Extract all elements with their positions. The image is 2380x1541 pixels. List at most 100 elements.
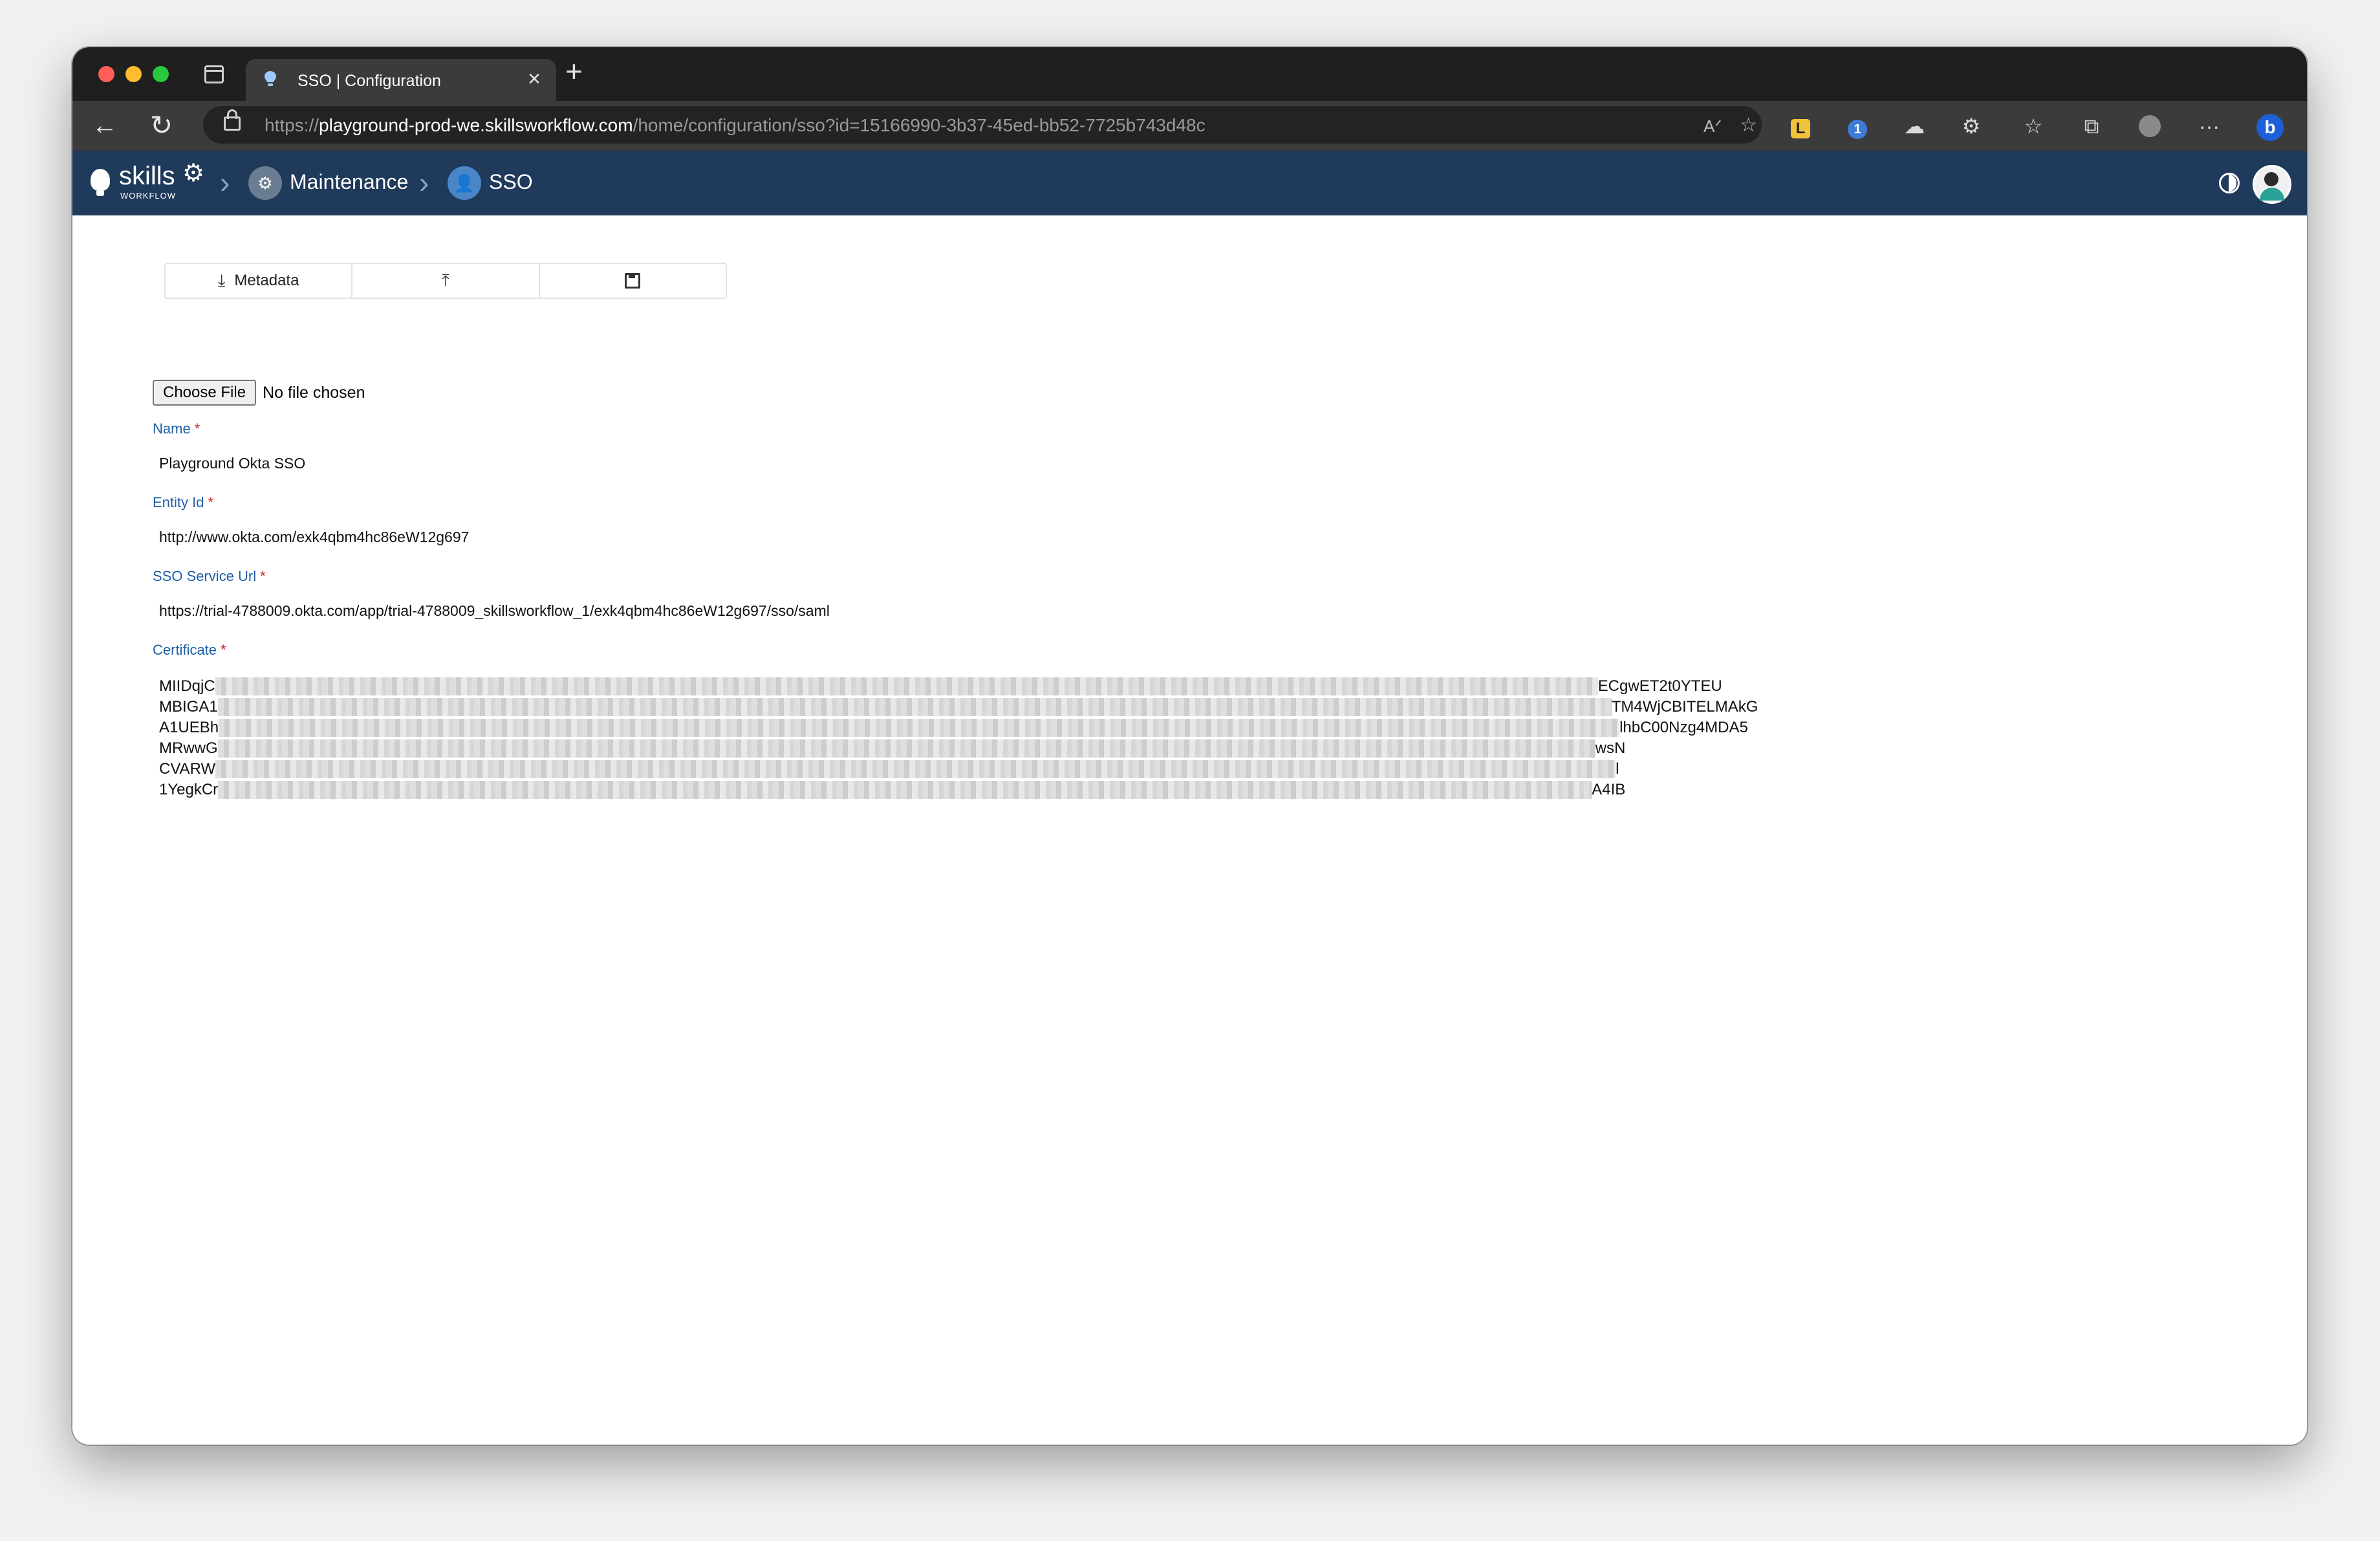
download-icon: ⤓ xyxy=(217,270,226,290)
name-label-text: Name xyxy=(153,421,191,437)
browser-tab-active[interactable]: SSO | Configuration × xyxy=(246,59,556,101)
app-header: skills WORKFLOW ⚙ › ⚙ Maintenance › 👤 SS… xyxy=(72,151,2307,215)
certificate-label: Certificate * xyxy=(153,642,226,659)
more-options-icon[interactable]: ··· xyxy=(2195,113,2223,139)
logo-subtext: WORKFLOW xyxy=(120,191,176,201)
breadcrumb-chevron-icon: › xyxy=(220,166,230,199)
certificate-field[interactable]: MIIDqjC ECgwET2t0YTEU MBIGA1 TM4WjCBITELMA… xyxy=(159,676,1758,800)
certificate-label-text: Certificate xyxy=(153,642,217,658)
tab-strip: SSO | Configuration × + xyxy=(72,47,2307,101)
save-icon xyxy=(625,273,641,289)
certificate-line-end: l xyxy=(1616,760,1619,778)
bulb-favicon-icon xyxy=(265,71,276,86)
tab-actions-icon[interactable] xyxy=(204,65,224,83)
redacted-blur xyxy=(218,781,1592,799)
theme-toggle-icon[interactable] xyxy=(2219,173,2240,193)
extensions-icon[interactable]: ⚙ xyxy=(1957,113,1985,139)
logo-text[interactable]: skills xyxy=(119,162,175,190)
file-status: No file chosen xyxy=(263,383,365,402)
download-metadata-button[interactable]: ⤓ Metadata xyxy=(166,264,353,298)
window-minimize-button[interactable] xyxy=(125,66,142,82)
save-button[interactable] xyxy=(540,264,726,298)
read-aloud-icon[interactable]: Aᐟ xyxy=(1704,116,1722,137)
certificate-line-end: ECgwET2t0YTEU xyxy=(1597,677,1722,695)
user-avatar[interactable] xyxy=(2253,165,2291,204)
new-tab-button[interactable]: + xyxy=(565,56,583,86)
add-favorite-icon[interactable]: ☆ xyxy=(1740,114,1757,137)
tab-title: SSO | Configuration xyxy=(298,72,441,90)
breadcrumb-chevron-icon: › xyxy=(419,166,429,199)
redacted-blur xyxy=(215,760,1616,778)
certificate-line-start: MIIDqjC xyxy=(159,677,215,695)
breadcrumb-sso[interactable]: SSO xyxy=(489,170,533,194)
certificate-line-start: A1UEBh xyxy=(159,719,219,736)
collections-icon[interactable]: ⧉ xyxy=(2077,113,2106,139)
breadcrumb-maintenance[interactable]: Maintenance xyxy=(290,170,408,194)
required-asterisk: * xyxy=(260,568,266,584)
required-asterisk: * xyxy=(194,421,200,437)
certificate-line-start: CVARW xyxy=(159,760,216,778)
certificate-line-start: MRwwG xyxy=(159,739,218,757)
address-bar[interactable]: https://playground-prod-we.skillsworkflo… xyxy=(203,106,1762,144)
browser-profile-avatar xyxy=(2139,115,2161,137)
action-button-group: ⤓ Metadata ⤒ xyxy=(164,263,727,299)
url-scheme: https:// xyxy=(265,115,319,135)
sso-service-url-label-text: SSO Service Url xyxy=(153,568,257,584)
browser-toolbar: ← ↻ https://playground-prod-we.skillswor… xyxy=(72,101,2307,151)
extension-l-icon[interactable]: L xyxy=(1786,113,1815,139)
refresh-icon[interactable]: ↻ xyxy=(150,112,173,139)
upload-icon: ⤒ xyxy=(442,270,449,290)
cloud-icon[interactable]: ☁ xyxy=(1900,113,1929,139)
main-content: ⤓ Metadata ⤒ Choose File No file chosen … xyxy=(72,215,2307,1445)
name-label: Name * xyxy=(153,421,200,437)
required-asterisk: * xyxy=(208,494,214,510)
certificate-line: MBIGA1 TM4WjCBITELMAkG xyxy=(159,697,1758,717)
certificate-line: 1YegkCr A4IB xyxy=(159,780,1758,800)
bing-chat-icon[interactable]: b xyxy=(2256,113,2284,141)
entity-id-label: Entity Id * xyxy=(153,494,213,511)
sso-users-icon: 👤 xyxy=(448,166,481,200)
certificate-line: A1UEBh lhbC00Nzg4MDA5 xyxy=(159,717,1758,738)
browser-window: SSO | Configuration × + ← ↻ https://play… xyxy=(72,47,2307,1445)
logo-bulb-icon xyxy=(91,169,110,196)
certificate-line: MIIDqjC ECgwET2t0YTEU xyxy=(159,676,1758,697)
back-arrow-icon[interactable]: ← xyxy=(92,113,118,138)
maintenance-gears-icon: ⚙ xyxy=(248,166,282,200)
extension-l-badge: L xyxy=(1791,119,1810,138)
certificate-line-start: MBIGA1 xyxy=(159,698,218,716)
password-manager-badge: 1 xyxy=(1848,120,1867,139)
favorites-icon[interactable]: ☆ xyxy=(2019,113,2048,139)
sso-service-url-field[interactable]: https://trial-4788009.okta.com/app/trial… xyxy=(159,602,830,620)
entity-id-field[interactable]: http://www.okta.com/exk4qbm4hc86eW12g697 xyxy=(159,529,469,546)
choose-file-button[interactable]: Choose File xyxy=(153,380,257,406)
certificate-line-start: 1YegkCr xyxy=(159,781,219,798)
tab-close-icon[interactable]: × xyxy=(528,68,541,90)
url-text[interactable]: https://playground-prod-we.skillsworkflo… xyxy=(265,115,1206,136)
certificate-line-end: TM4WjCBITELMAkG xyxy=(1611,698,1758,716)
browser-profile-icon[interactable] xyxy=(2136,113,2164,143)
bing-chat-badge: b xyxy=(2256,114,2284,141)
window-maximize-button[interactable] xyxy=(153,66,169,82)
url-path: /home/configuration/sso?id=15166990-3b37… xyxy=(633,115,1206,135)
sso-service-url-label: SSO Service Url * xyxy=(153,568,266,585)
redacted-blur xyxy=(215,677,1598,695)
entity-id-label-text: Entity Id xyxy=(153,494,204,510)
certificate-line: CVARW l xyxy=(159,759,1758,780)
certificate-line-end: wsN xyxy=(1595,739,1626,757)
upload-button[interactable]: ⤒ xyxy=(352,264,540,298)
password-manager-icon[interactable]: 1 xyxy=(1843,113,1872,139)
redacted-blur xyxy=(217,698,1612,716)
certificate-line: MRwwG wsN xyxy=(159,738,1758,759)
certificate-line-end: lhbC00Nzg4MDA5 xyxy=(1619,719,1748,736)
window-close-button[interactable] xyxy=(98,66,114,82)
name-field[interactable]: Playground Okta SSO xyxy=(159,455,305,472)
url-host: playground-prod-we.skillsworkflow.com xyxy=(319,115,633,135)
logo-gear-icon: ⚙ xyxy=(182,160,205,187)
lock-icon[interactable] xyxy=(224,109,241,131)
redacted-blur xyxy=(219,719,1620,737)
certificate-line-end: A4IB xyxy=(1592,781,1626,798)
required-asterisk: * xyxy=(221,642,226,658)
metadata-label: Metadata xyxy=(234,272,299,289)
file-input: Choose File No file chosen xyxy=(153,380,365,406)
redacted-blur xyxy=(217,739,1596,758)
